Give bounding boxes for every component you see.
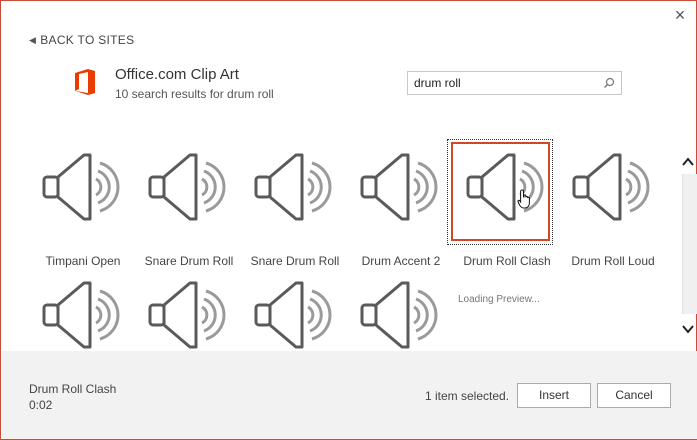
clip-art-item-label: Drum Roll Loud — [571, 254, 655, 268]
speaker-sound-icon — [572, 153, 650, 221]
results-count: 10 search results for drum roll — [115, 87, 274, 101]
back-to-sites-link[interactable]: ◀ BACK TO SITES — [29, 33, 134, 47]
clip-art-item[interactable]: Drum Accent 2 — [349, 143, 453, 268]
speaker-sound-icon — [148, 153, 226, 221]
speaker-sound-icon — [42, 281, 120, 349]
clip-art-item[interactable] — [349, 271, 453, 361]
close-button[interactable]: × — [670, 5, 690, 25]
back-to-sites-label: BACK TO SITES — [40, 33, 135, 47]
search-box — [407, 71, 622, 95]
hand-cursor-icon — [517, 189, 530, 209]
scroll-up-arrow-icon[interactable] — [681, 155, 695, 169]
chevron-left-icon: ◀ — [29, 34, 37, 45]
dialog-footer: Drum Roll Clash 0:02 1 item selected. In… — [2, 351, 697, 439]
clip-art-item-label: Snare Drum Roll — [250, 254, 340, 268]
clip-art-item[interactable]: Drum Roll Loud — [561, 143, 665, 268]
selection-status: 1 item selected. — [425, 389, 510, 403]
clip-art-item-label: Drum Roll Clash — [463, 254, 551, 268]
speaker-sound-icon — [360, 153, 438, 221]
speaker-sound-icon — [360, 281, 438, 349]
selection-highlight — [451, 142, 550, 241]
clip-art-item-label: Timpani Open — [45, 254, 121, 268]
clip-art-item[interactable] — [243, 271, 347, 361]
clip-art-item-label: Snare Drum Roll — [144, 254, 234, 268]
clip-art-item[interactable]: Timpani Open — [31, 143, 135, 268]
speaker-sound-icon — [254, 153, 332, 221]
insert-button[interactable]: Insert — [517, 383, 591, 408]
selected-item-name: Drum Roll Clash — [29, 382, 117, 396]
speaker-sound-icon — [148, 281, 226, 349]
clip-art-item[interactable]: Snare Drum Roll — [243, 143, 347, 268]
clip-art-item[interactable]: Snare Drum Roll — [137, 143, 241, 268]
search-icon[interactable] — [603, 77, 615, 89]
office-logo-icon — [75, 69, 95, 95]
loading-preview-text: Loading Preview... — [458, 294, 540, 305]
scroll-down-arrow-icon[interactable] — [681, 322, 695, 336]
speaker-sound-icon — [42, 153, 120, 221]
page-title: Office.com Clip Art — [115, 66, 239, 83]
search-input[interactable] — [414, 75, 594, 91]
cancel-button[interactable]: Cancel — [597, 383, 671, 408]
clip-art-dialog: × ◀ BACK TO SITES Office.com Clip Art 10… — [0, 0, 697, 440]
clip-art-item-label: Drum Accent 2 — [361, 254, 441, 268]
clip-art-item[interactable] — [31, 271, 135, 361]
scrollbar-track[interactable] — [682, 174, 697, 314]
speaker-sound-icon — [254, 281, 332, 349]
clip-art-item[interactable] — [137, 271, 241, 361]
selected-item-duration: 0:02 — [29, 398, 53, 412]
